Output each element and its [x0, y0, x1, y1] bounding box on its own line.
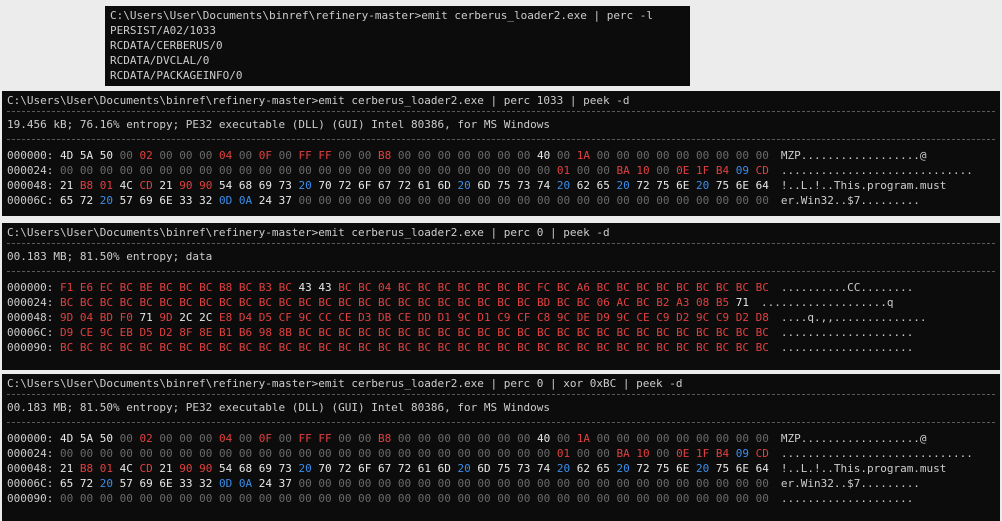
entropy-summary: 00.183 MB; 81.50% entropy; data	[7, 250, 213, 263]
resource-path: RCDATA/CERBERUS/0	[110, 39, 223, 52]
command-line: C:\Users\User\Documents\binref\refinery-…	[7, 94, 630, 107]
hex-row: 00006C: 65 72 20 57 69 6E 33 32 0D 0A 24…	[2, 193, 1000, 208]
hex-ascii: .............................	[780, 164, 973, 177]
hex-bytes: 00 00 00 00 00 00 00 00 00 00 00 00 00 0…	[59, 492, 769, 505]
hex-ascii: ...................q	[760, 296, 894, 309]
hex-bytes: 21 B8 01 4C CD 21 90 90 54 68 69 73 20 7…	[59, 462, 769, 475]
hex-address: 000048:	[7, 311, 60, 324]
hex-address: 000000:	[7, 281, 60, 294]
hex-ascii: er.Win32..$7.........	[780, 194, 920, 207]
hex-ascii: ....................	[780, 341, 914, 354]
hex-row: 000048: 9D 04 BD F0 71 9D 2C 2C E8 D4 D5…	[2, 310, 1000, 325]
hex-address: 000048:	[7, 462, 60, 475]
hex-row: 000024: BC BC BC BC BC BC BC BC BC BC BC…	[2, 295, 1000, 310]
hex-row: 00006C: 65 72 20 57 69 6E 33 32 0D 0A 24…	[2, 476, 1000, 491]
entropy-summary: 19.456 kB; 76.16% entropy; PE32 executab…	[7, 118, 551, 131]
separator	[7, 271, 995, 273]
hex-row: 000024: 00 00 00 00 00 00 00 00 00 00 00…	[2, 163, 1000, 178]
hex-ascii: .............................	[780, 447, 973, 460]
hex-bytes: F1 E6 EC BC BE BC BC BC B8 BC B3 BC 43 4…	[59, 281, 769, 294]
hex-address: 000024:	[7, 447, 60, 460]
command-line: C:\Users\User\Documents\binref\refinery-…	[7, 377, 683, 390]
hex-row: 000024: 00 00 00 00 00 00 00 00 00 00 00…	[2, 446, 1000, 461]
separator	[7, 422, 995, 424]
command-line: C:\Users\User\Documents\binref\refinery-…	[110, 9, 654, 22]
command-line: C:\Users\User\Documents\binref\refinery-…	[7, 226, 610, 239]
hex-ascii: ..........CC........	[780, 281, 914, 294]
resource-path: RCDATA/PACKAGEINFO/0	[110, 69, 243, 82]
separator	[7, 139, 995, 141]
resource-path: RCDATA/DVCLAL/0	[110, 54, 210, 67]
hex-address: 000048:	[7, 179, 60, 192]
hex-address: 00006C:	[7, 477, 60, 490]
hex-dump: 000000: F1 E6 EC BC BE BC BC BC B8 BC B3…	[2, 280, 1000, 355]
hex-bytes: 00 00 00 00 00 00 00 00 00 00 00 00 00 0…	[59, 447, 769, 460]
hex-ascii: ....................	[780, 492, 914, 505]
hex-dump: 000000: 4D 5A 50 00 02 00 00 00 04 00 0F…	[2, 148, 1000, 208]
hex-bytes: 4D 5A 50 00 02 00 00 00 04 00 0F 00 FF F…	[59, 432, 769, 445]
hex-address: 000024:	[7, 296, 60, 309]
hex-bytes: 00 00 00 00 00 00 00 00 00 00 00 00 00 0…	[59, 164, 769, 177]
hex-ascii: !..L.!..This.program.must	[780, 179, 947, 192]
hex-ascii: MZP..................@	[780, 149, 927, 162]
resource-path: PERSIST/A02/1033	[110, 24, 216, 37]
entropy-summary: 00.183 MB; 81.50% entropy; PE32 executab…	[7, 401, 551, 414]
hex-address: 000000:	[7, 432, 60, 445]
hex-bytes: D9 CE 9C EB D5 D2 8F 8E B1 B6 98 8B BC B…	[59, 326, 769, 339]
hex-address: 00006C:	[7, 326, 60, 339]
hex-ascii: ....q.,,..............	[780, 311, 927, 324]
hex-row: 000090: 00 00 00 00 00 00 00 00 00 00 00…	[2, 491, 1000, 506]
hex-address: 000000:	[7, 149, 60, 162]
hex-row: 000090: BC BC BC BC BC BC BC BC BC BC BC…	[2, 340, 1000, 355]
hex-bytes: 65 72 20 57 69 6E 33 32 0D 0A 24 37 00 0…	[59, 194, 769, 207]
hex-row: 000000: 4D 5A 50 00 02 00 00 00 04 00 0F…	[2, 148, 1000, 163]
terminal-perc-0[interactable]: C:\Users\User\Documents\binref\refinery-…	[2, 223, 1000, 370]
hex-bytes: 65 72 20 57 69 6E 33 32 0D 0A 24 37 00 0…	[59, 477, 769, 490]
hex-row: 000000: 4D 5A 50 00 02 00 00 00 04 00 0F…	[2, 431, 1000, 446]
hex-bytes: BC BC BC BC BC BC BC BC BC BC BC BC BC B…	[59, 341, 769, 354]
hex-address: 000090:	[7, 341, 60, 354]
hex-bytes: 4D 5A 50 00 02 00 00 00 04 00 0F 00 FF F…	[59, 149, 769, 162]
terminal-resource-list[interactable]: C:\Users\User\Documents\binref\refinery-…	[105, 6, 690, 86]
hex-row: 000048: 21 B8 01 4C CD 21 90 90 54 68 69…	[2, 461, 1000, 476]
hex-bytes: 21 B8 01 4C CD 21 90 90 54 68 69 73 20 7…	[59, 179, 769, 192]
terminal-xor[interactable]: C:\Users\User\Documents\binref\refinery-…	[2, 374, 1000, 521]
hex-row: 000000: F1 E6 EC BC BE BC BC BC B8 BC B3…	[2, 280, 1000, 295]
hex-row: 000048: 21 B8 01 4C CD 21 90 90 54 68 69…	[2, 178, 1000, 193]
separator	[7, 111, 995, 113]
hex-ascii: !..L.!..This.program.must	[780, 462, 947, 475]
terminal-perc-1033[interactable]: C:\Users\User\Documents\binref\refinery-…	[2, 91, 1000, 216]
hex-ascii: ....................	[780, 326, 914, 339]
hex-address: 000024:	[7, 164, 60, 177]
separator	[7, 243, 995, 245]
hex-bytes: 9D 04 BD F0 71 9D 2C 2C E8 D4 D5 CF 9C C…	[59, 311, 769, 324]
hex-bytes: BC BC BC BC BC BC BC BC BC BC BC BC BC B…	[59, 296, 749, 309]
hex-ascii: MZP..................@	[780, 432, 927, 445]
hex-address: 00006C:	[7, 194, 60, 207]
hex-dump: 000000: 4D 5A 50 00 02 00 00 00 04 00 0F…	[2, 431, 1000, 506]
hex-address: 000090:	[7, 492, 60, 505]
separator	[7, 394, 995, 396]
hex-ascii: er.Win32..$7.........	[780, 477, 920, 490]
hex-row: 00006C: D9 CE 9C EB D5 D2 8F 8E B1 B6 98…	[2, 325, 1000, 340]
